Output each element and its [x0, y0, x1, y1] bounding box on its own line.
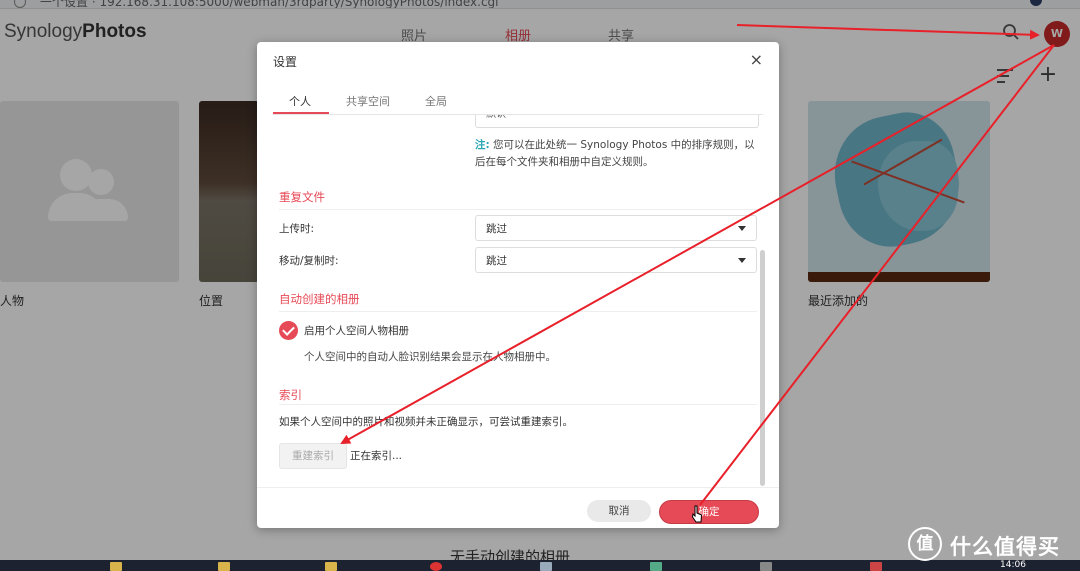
upload-duplicate-select[interactable]: 跳过	[475, 215, 757, 241]
watermark: 值 什么值得买	[908, 527, 1080, 561]
auto-albums-heading: 自动创建的相册	[279, 292, 360, 306]
index-heading: 索引	[279, 388, 302, 402]
note-text: 您可以在此处统一 Synology Photos 中的排序规则，以后在每个文件夹…	[475, 139, 755, 168]
ok-button[interactable]: 确定	[659, 500, 759, 524]
section-divider	[279, 404, 757, 405]
chevron-down-icon	[738, 226, 746, 231]
taskbar-app-icon[interactable]	[870, 562, 882, 571]
enable-people-album-checkbox[interactable]	[279, 321, 298, 340]
settings-tabs: 个人 共享空间 全局	[273, 86, 763, 115]
taskbar-clock: 14:06	[1000, 560, 1026, 570]
note-prefix: 注:	[475, 139, 490, 151]
taskbar-folder-icon[interactable]	[218, 562, 230, 571]
indexing-status: 正在索引...	[350, 450, 403, 462]
move-copy-duplicate-select[interactable]: 跳过	[475, 247, 757, 273]
enable-people-album-label[interactable]: 启用个人空间人物相册	[304, 323, 409, 338]
sort-note: 注: 您可以在此处统一 Synology Photos 中的排序规则，以后在每个…	[475, 137, 765, 171]
scrollbar[interactable]	[760, 250, 765, 486]
sort-order-value: 默认	[486, 115, 506, 120]
taskbar-folder-icon[interactable]	[325, 562, 337, 571]
enable-people-album-desc: 个人空间中的自动人脸识别结果会显示在人物相册中。	[304, 351, 556, 363]
upload-duplicate-value: 跳过	[486, 223, 507, 235]
taskbar-browser-icon[interactable]	[430, 562, 442, 571]
taskbar-app-icon[interactable]	[650, 562, 662, 571]
os-taskbar: 14:06	[0, 560, 1080, 571]
move-copy-label: 移动/复制时:	[279, 255, 339, 267]
tab-active-indicator	[273, 112, 329, 114]
watermark-text: 什么值得买	[950, 535, 1060, 559]
tab-personal[interactable]: 个人	[289, 93, 311, 109]
hand-cursor-icon	[692, 505, 702, 523]
tab-global[interactable]: 全局	[425, 93, 447, 109]
section-divider	[279, 209, 757, 210]
dialog-title: 设置	[273, 55, 298, 69]
duplicate-files-heading: 重复文件	[279, 190, 325, 204]
close-icon[interactable]: ×	[750, 50, 763, 69]
taskbar-app-icon[interactable]	[760, 562, 772, 571]
index-desc: 如果个人空间中的照片和视频并未正确显示，可尝试重建索引。	[279, 416, 573, 428]
sort-order-select[interactable]: 默认	[475, 115, 759, 128]
section-divider	[279, 311, 757, 312]
move-copy-duplicate-value: 跳过	[486, 255, 507, 267]
upload-label: 上传时:	[279, 223, 315, 235]
rebuild-index-button[interactable]: 重建索引	[279, 443, 347, 469]
settings-content: 默认 注: 您可以在此处统一 Synology Photos 中的排序规则，以后…	[257, 115, 779, 487]
chevron-down-icon	[738, 258, 746, 263]
settings-dialog: 设置 × 个人 共享空间 全局 默认 注: 您可以在此处统一 Synology …	[257, 42, 779, 528]
tab-shared-space[interactable]: 共享空间	[346, 93, 390, 109]
taskbar-folder-icon[interactable]	[110, 562, 122, 571]
watermark-logo: 值	[908, 527, 942, 561]
taskbar-app-icon[interactable]	[540, 562, 552, 571]
cancel-button[interactable]: 取消	[587, 500, 651, 522]
